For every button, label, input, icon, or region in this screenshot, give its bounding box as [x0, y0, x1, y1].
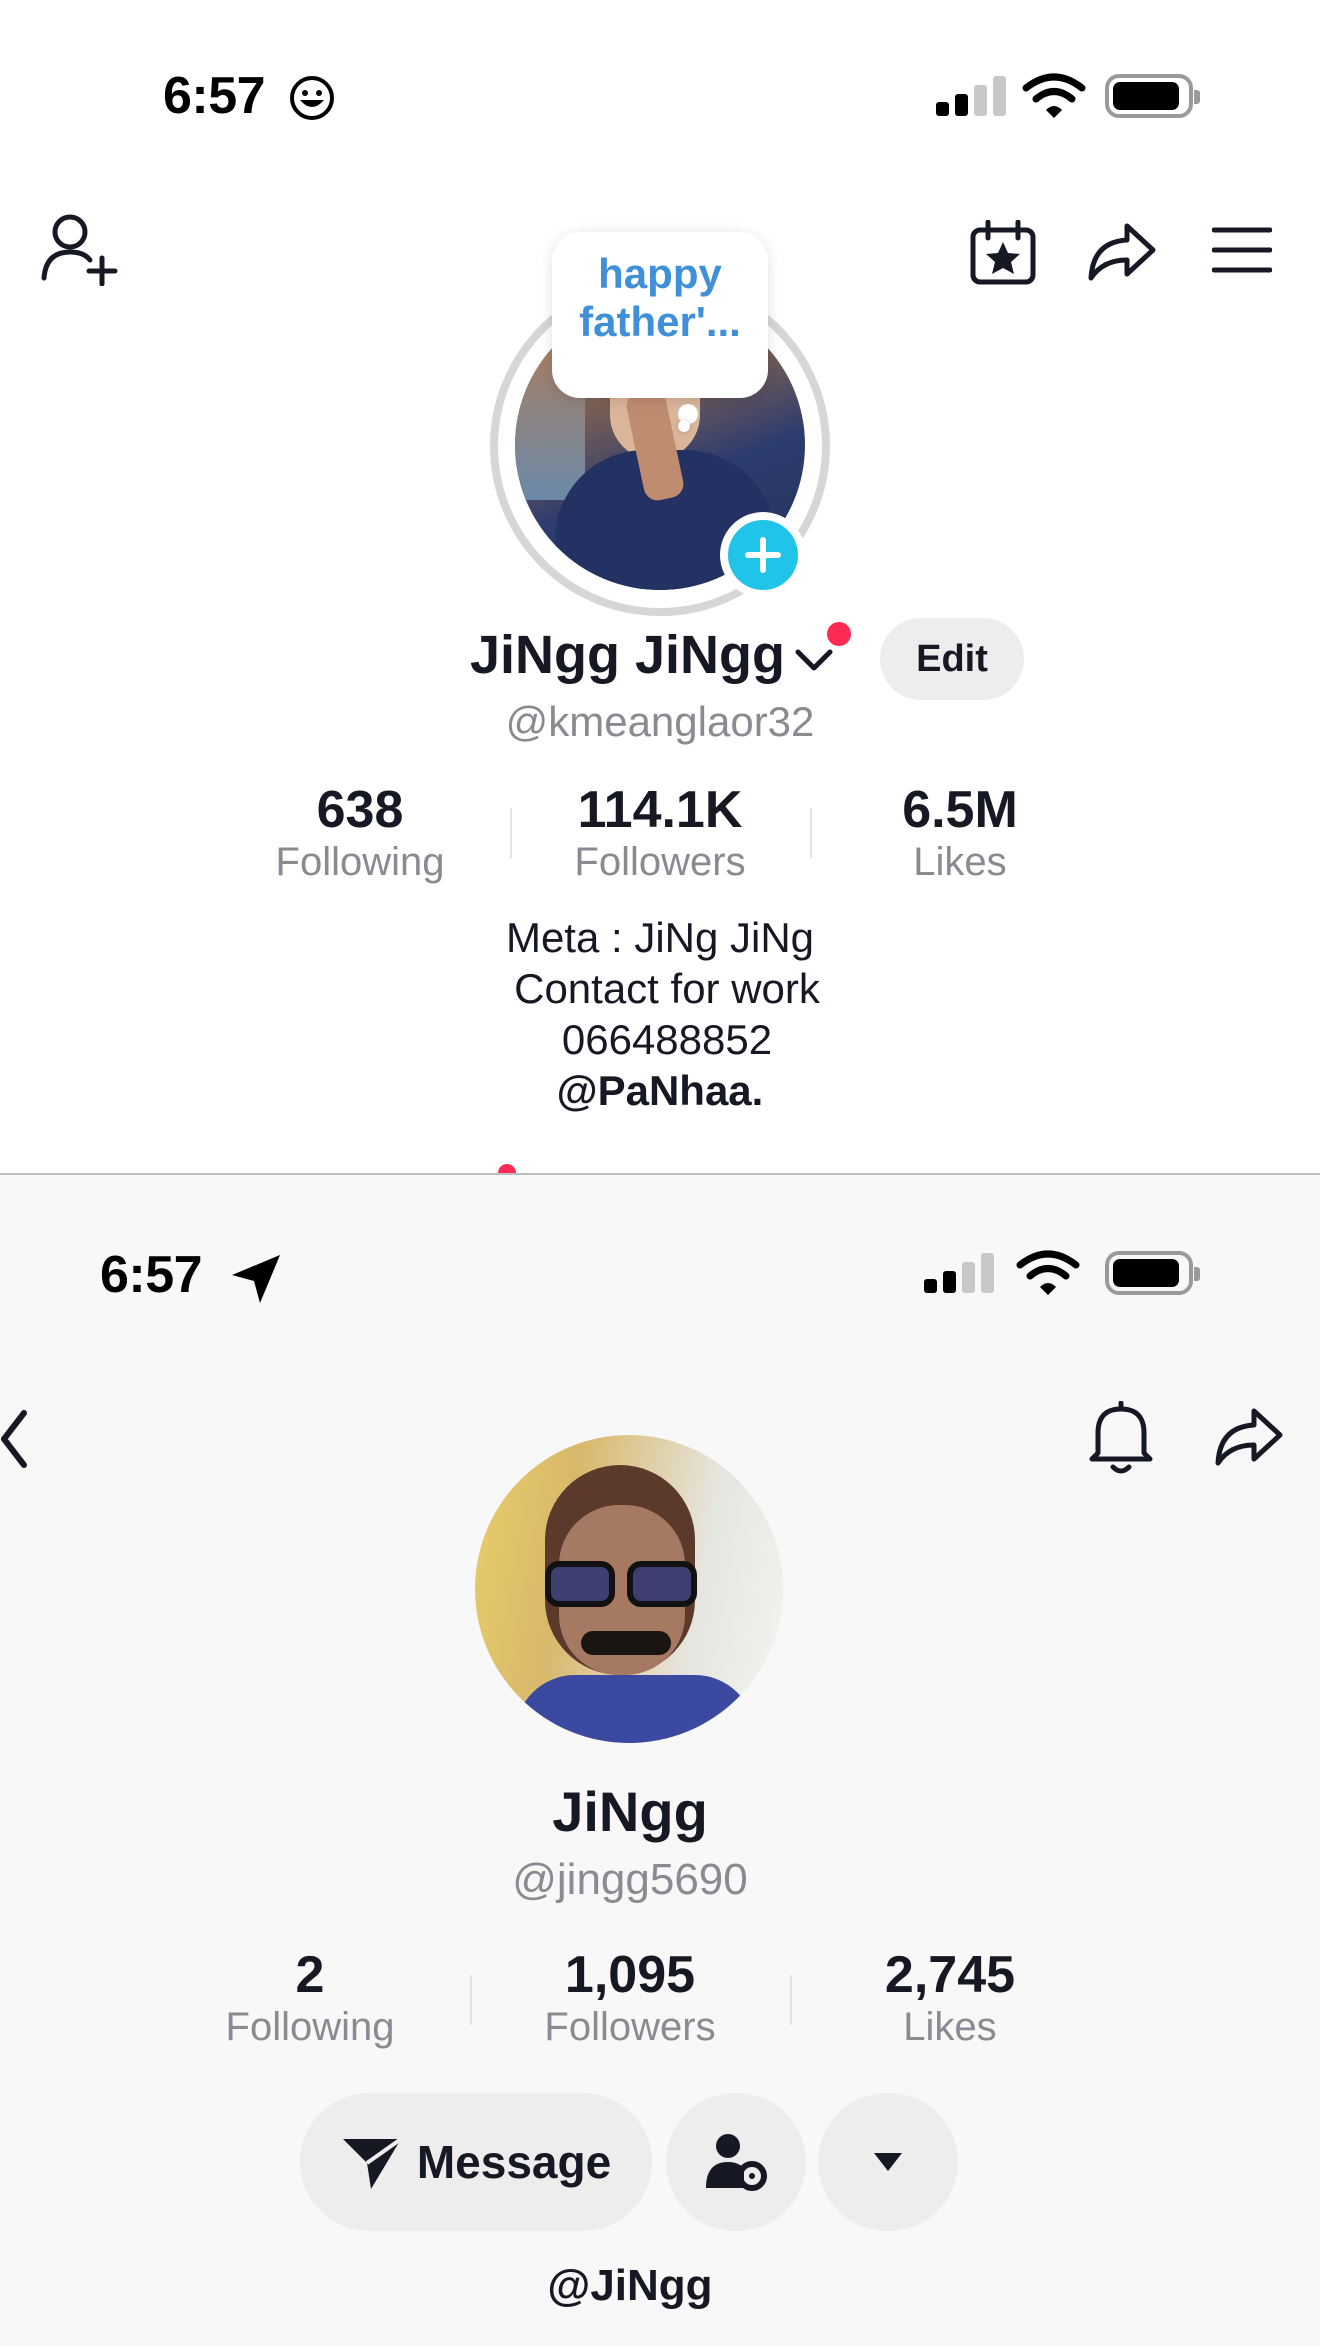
- link-pin-icon: [498, 1164, 516, 1173]
- more-options-button[interactable]: [818, 2093, 958, 2231]
- likes-count: 2,745: [884, 1946, 1016, 2004]
- likes-label: Likes: [913, 840, 1007, 884]
- smiley-icon: [290, 76, 334, 120]
- wifi-icon: [1022, 73, 1086, 118]
- bio-line: Meta : JiNg JiNg: [505, 914, 815, 961]
- stat-likes[interactable]: 6.5M Likes: [840, 780, 1080, 885]
- send-icon: [342, 2137, 402, 2189]
- menu-icon[interactable]: [1212, 226, 1272, 274]
- username: @jingg5690: [512, 1855, 748, 1904]
- bell-icon[interactable]: [1086, 1401, 1156, 1477]
- caret-down-icon: [874, 2153, 902, 2171]
- username: @kmeanglaor32: [505, 698, 815, 745]
- bio-line: 066488852: [561, 1016, 773, 1063]
- add-friend-icon[interactable]: [40, 212, 120, 286]
- following-count: 2: [295, 1946, 325, 2004]
- back-chevron-icon[interactable]: [0, 1407, 30, 1471]
- stat-divider: [510, 808, 512, 858]
- followers-label: Followers: [544, 2005, 716, 2049]
- wifi-icon: [1016, 1250, 1080, 1295]
- followers-count: 1,095: [564, 1946, 696, 2004]
- bio-mention-link[interactable]: @JiNgg: [360, 2261, 900, 2311]
- share-icon[interactable]: [1085, 220, 1157, 284]
- share-icon[interactable]: [1212, 1405, 1284, 1469]
- likes-label: Likes: [903, 2005, 997, 2049]
- bio-mention-link[interactable]: @PaNhaa.: [360, 1065, 960, 1116]
- friend-settings-button[interactable]: [666, 2093, 806, 2231]
- message-button[interactable]: Message: [300, 2093, 652, 2231]
- following-label: Following: [225, 2005, 395, 2049]
- notification-dot: [827, 622, 851, 646]
- stat-following[interactable]: 638 Following: [240, 780, 480, 885]
- stat-divider: [810, 808, 812, 858]
- battery-icon: [1105, 74, 1200, 118]
- note-bubble[interactable]: happy father'...: [552, 232, 768, 398]
- battery-icon: [1105, 1251, 1200, 1295]
- likes-count: 6.5M: [902, 781, 1018, 839]
- note-tail-dot: [678, 420, 690, 432]
- stat-following[interactable]: 2 Following: [190, 1945, 430, 2050]
- message-label: Message: [416, 2136, 612, 2188]
- cellular-signal-icon: [924, 1251, 994, 1293]
- followers-label: Followers: [574, 840, 746, 884]
- user-settings-icon: [706, 2134, 767, 2191]
- bio-line: Contact for work: [514, 965, 820, 1012]
- stat-followers[interactable]: 114.1K Followers: [540, 780, 780, 885]
- followers-count: 114.1K: [577, 781, 743, 839]
- own-profile-screen: 6:57 happy father'... JiNgg JiNgg Edit @…: [0, 0, 1320, 1173]
- chevron-down-icon[interactable]: [794, 646, 834, 674]
- add-story-button[interactable]: [720, 512, 806, 598]
- edit-profile-button[interactable]: Edit: [880, 618, 1024, 700]
- status-time: 6:57: [100, 1246, 203, 1304]
- status-time: 6:57: [163, 67, 266, 125]
- plus-icon: [745, 537, 781, 573]
- cellular-signal-icon: [936, 74, 1006, 116]
- calendar-star-icon[interactable]: [968, 220, 1038, 286]
- location-arrow-icon: [232, 1255, 280, 1303]
- avatar[interactable]: [475, 1435, 783, 1743]
- stat-divider: [470, 1975, 472, 2025]
- display-name: JiNgg: [552, 1780, 708, 1843]
- stat-divider: [790, 1975, 792, 2025]
- stat-likes[interactable]: 2,745 Likes: [830, 1945, 1070, 2050]
- following-count: 638: [316, 781, 404, 839]
- display-name[interactable]: JiNgg JiNgg: [470, 624, 785, 686]
- stat-followers[interactable]: 1,095 Followers: [510, 1945, 750, 2050]
- following-label: Following: [275, 840, 445, 884]
- other-profile-screen: 6:57 JiNgg @jingg5690 2 Following 1,095 …: [0, 1175, 1320, 2346]
- bio: Meta : JiNg JiNg Contact for work 066488…: [360, 912, 960, 1116]
- note-text: happy father'...: [579, 250, 741, 345]
